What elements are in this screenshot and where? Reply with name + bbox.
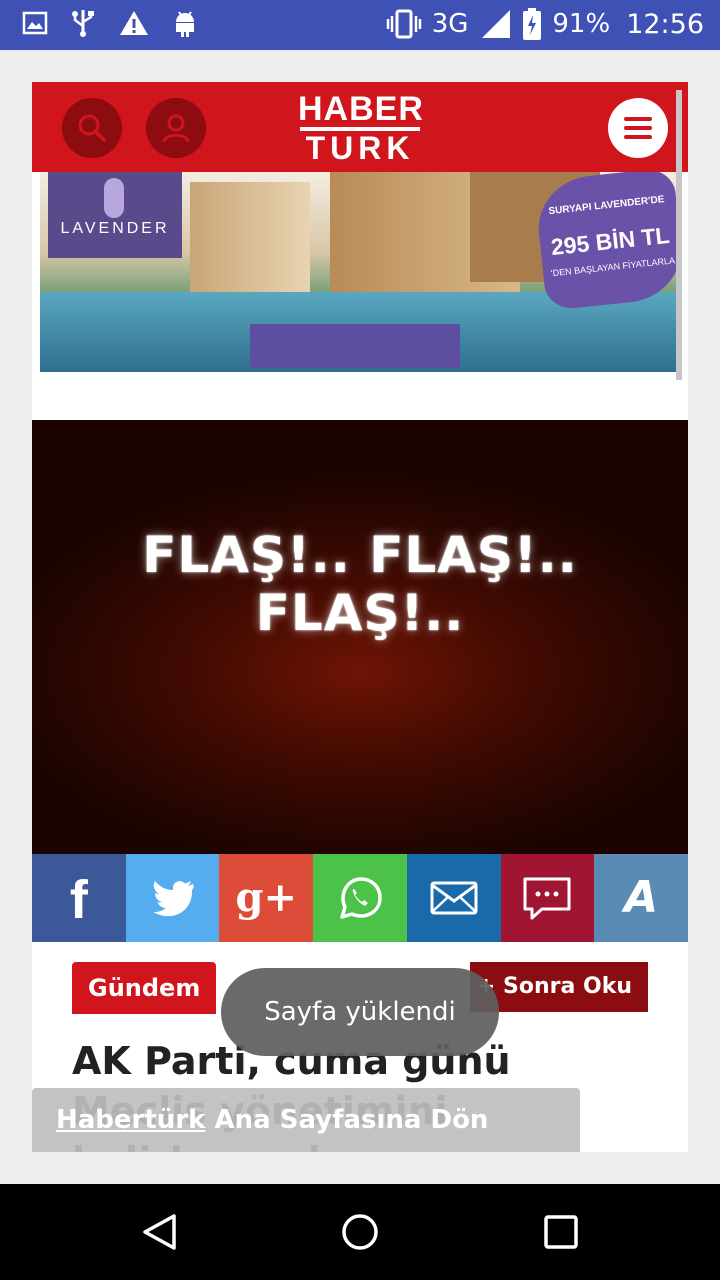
menu-icon: [624, 117, 652, 121]
warning-icon: [120, 11, 148, 35]
ad-brand-logo: LAVENDER: [48, 172, 182, 258]
back-icon[interactable]: [140, 1212, 180, 1252]
home-link[interactable]: Habertürk: [56, 1105, 205, 1135]
whatsapp-icon: [340, 877, 382, 919]
recents-icon[interactable]: [541, 1212, 581, 1252]
signal-icon: [482, 10, 511, 38]
home-icon[interactable]: [340, 1212, 380, 1252]
share-facebook-button[interactable]: f: [32, 854, 126, 942]
search-icon: [78, 114, 106, 142]
clock: 12:56: [626, 8, 704, 40]
usb-icon: [72, 10, 94, 37]
account-button[interactable]: [146, 98, 206, 158]
haberturk-logo[interactable]: HABER TURK: [298, 90, 424, 166]
share-email-button[interactable]: [406, 854, 501, 942]
toast-message: Sayfa yüklendi: [221, 968, 499, 1056]
comments-button[interactable]: [500, 854, 595, 942]
article-image: FLAŞ!.. FLAŞ!.. FLAŞ!..: [32, 420, 688, 854]
comment-icon: [523, 877, 571, 920]
logo-line-1: HABER: [298, 90, 424, 128]
battery-percent: 91%: [552, 9, 611, 39]
share-whatsapp-button[interactable]: [313, 854, 407, 942]
image-icon: [22, 11, 48, 35]
font-size-icon: A: [624, 872, 659, 923]
menu-button[interactable]: [608, 98, 668, 158]
battery-icon: [523, 8, 542, 40]
ad-badge-title: SURYAPI LAVENDER'DE: [547, 194, 665, 218]
mail-icon: [430, 881, 478, 915]
status-bar: 3G 91% 12:56: [0, 0, 720, 50]
android-icon: [176, 11, 194, 37]
facebook-icon: f: [69, 870, 88, 930]
site-header: HABER TURK: [32, 82, 688, 172]
font-size-button[interactable]: A: [594, 854, 688, 942]
navigation-bar: [0, 1184, 720, 1280]
google-plus-icon: g+: [235, 874, 298, 921]
share-bar: f g+ A: [32, 854, 688, 942]
vibrate-icon: [386, 9, 421, 39]
share-twitter-button[interactable]: [125, 854, 220, 942]
ad-brand: LAVENDER: [60, 220, 170, 237]
search-button[interactable]: [62, 98, 122, 158]
lavender-icon: [104, 178, 124, 218]
ad-cta[interactable]: [250, 324, 460, 368]
ad-price-badge: SURYAPI LAVENDER'DE 295 BİN TL 'DEN BAŞL…: [533, 172, 680, 311]
home-link-text: Ana Sayfasına Dön: [205, 1105, 489, 1135]
scrollbar[interactable]: [676, 90, 682, 380]
category-tag[interactable]: Gündem: [72, 962, 217, 1014]
logo-line-2: TURK: [305, 130, 415, 166]
user-icon: [162, 114, 190, 143]
flash-text: FLAŞ!.. FLAŞ!.. FLAŞ!..: [142, 526, 578, 642]
home-link-bar[interactable]: Habertürk Ana Sayfasına Dön: [32, 1088, 580, 1152]
network-type: 3G: [431, 9, 469, 39]
ad-banner[interactable]: LAVENDER SURYAPI LAVENDER'DE 295 BİN TL …: [40, 172, 680, 372]
share-google-plus-button[interactable]: g+: [219, 854, 314, 942]
twitter-icon: [152, 881, 194, 917]
